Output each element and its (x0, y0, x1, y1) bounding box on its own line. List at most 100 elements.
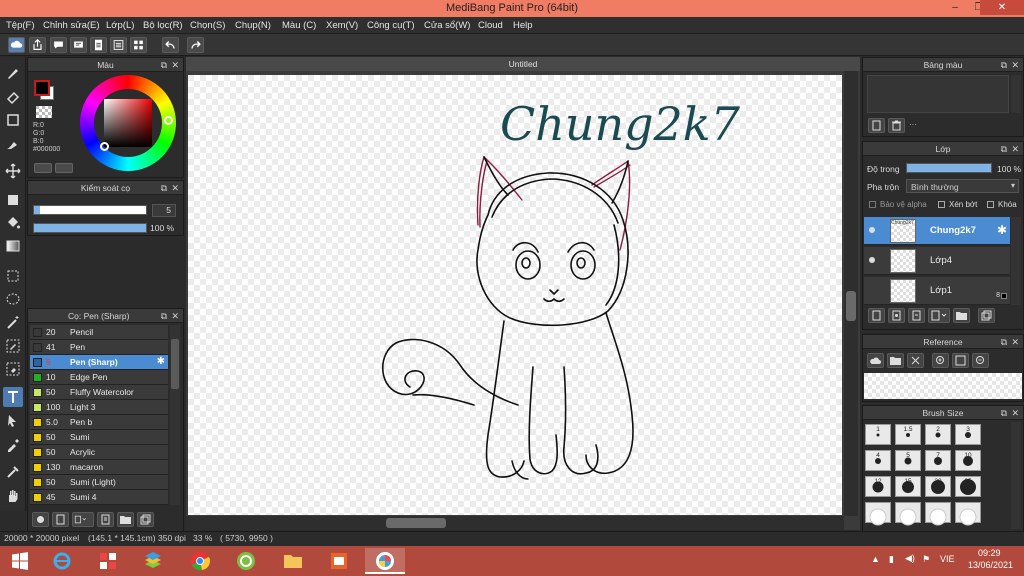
brush-item[interactable]: 45 Sumi 4 (30, 490, 168, 505)
foreground-color-swatch[interactable] (34, 80, 50, 96)
reference-image-area[interactable] (864, 373, 1022, 399)
palette-scrollbar[interactable] (1011, 75, 1021, 113)
layer-row-1[interactable]: Lớp4 (864, 247, 1010, 275)
menu-color[interactable]: Màu (C) (282, 20, 316, 31)
menu-file[interactable]: Tệp(F) (6, 20, 35, 31)
saturation-value-square[interactable] (104, 99, 152, 147)
layer-visibility-icon[interactable] (869, 257, 875, 263)
panel-popout-icon[interactable]: ⧉ (1001, 406, 1007, 420)
zoom-out-icon[interactable] (972, 353, 989, 368)
brush-size-cell[interactable] (955, 502, 981, 526)
hue-marker[interactable] (164, 116, 173, 125)
brush-size-cell[interactable]: 4 (865, 450, 891, 471)
tray-network-icon[interactable]: ▮ (889, 554, 894, 565)
layer-folder-button[interactable] (953, 308, 970, 323)
new-8bit-layer-button[interactable] (908, 308, 925, 323)
transparent-color-swatch[interactable] (36, 106, 52, 118)
message-icon[interactable] (70, 37, 87, 53)
trash-icon[interactable] (888, 118, 905, 133)
panel-popout-icon[interactable]: ⧉ (161, 58, 167, 72)
brush-item[interactable]: 50 Sumi (Light) (30, 475, 168, 490)
select-eraser-tool-icon[interactable] (3, 359, 23, 379)
menu-select[interactable]: Chọn(S) (190, 20, 225, 31)
brush-item[interactable]: 50 Sumi (30, 430, 168, 445)
menu-view[interactable]: Xem(V) (326, 20, 358, 31)
brush-size-cell[interactable]: 3 (955, 424, 981, 445)
brush-size-cell[interactable]: 5 (895, 450, 921, 471)
brush-size-cell[interactable] (865, 502, 891, 526)
brush-settings-button[interactable] (32, 512, 49, 527)
panel-popout-icon[interactable]: ⧉ (1001, 142, 1007, 156)
brush-size-value[interactable]: 5 (152, 204, 176, 217)
brush-size-cell[interactable]: 7 (925, 450, 951, 471)
brush-size-cell[interactable]: 2 (925, 424, 951, 445)
brush-item[interactable]: 50 Acrylic (30, 445, 168, 460)
brush-size-scrollbar[interactable] (1011, 422, 1021, 529)
coccoc-browser-icon[interactable] (226, 548, 266, 574)
brush-item[interactable]: 5 Pen (Sharp) ✱ (30, 355, 168, 370)
lasso-tool-icon[interactable] (3, 289, 23, 309)
panel-close-icon[interactable]: ✕ (171, 181, 179, 195)
medibang-taskbar-icon[interactable] (365, 548, 405, 574)
new-layer-button[interactable] (868, 308, 885, 323)
brush-copy-button[interactable] (97, 512, 114, 527)
app-grid-icon[interactable] (88, 548, 128, 574)
brush-list-scrollbar[interactable] (170, 325, 180, 505)
brush-item[interactable]: 41 Pen (30, 340, 168, 355)
undo-icon[interactable] (162, 37, 179, 53)
brush-size-cell[interactable]: 1.5 (895, 424, 921, 445)
panel-close-icon[interactable]: ✕ (1011, 406, 1019, 420)
brush-size-cell[interactable]: 10 (955, 450, 981, 471)
redo-icon[interactable] (187, 37, 204, 53)
brush-size-cell[interactable]: 1 (865, 424, 891, 445)
canvas-vertical-scrollbar[interactable] (844, 71, 858, 516)
layer-visibility-icon[interactable] (869, 227, 875, 233)
document-tab[interactable]: Untitled (186, 57, 860, 71)
text-tool-icon[interactable] (3, 387, 23, 407)
rectangle-tool-icon[interactable] (3, 110, 23, 130)
reference-close-icon[interactable] (907, 353, 924, 368)
gradient-tool-icon[interactable] (3, 236, 23, 256)
brush-size-cell[interactable] (895, 502, 921, 526)
clock-time[interactable]: 09:29 (978, 548, 1001, 558)
rect-select-tool-icon[interactable] (3, 266, 23, 286)
brush-duplicate-button[interactable] (137, 512, 154, 527)
menu-layer[interactable]: Lớp(L) (106, 20, 134, 31)
add-brush-dropdown-button[interactable] (72, 512, 94, 527)
fill-rect-tool-icon[interactable] (3, 190, 23, 210)
new-halftone-layer-button[interactable] (888, 308, 905, 323)
panel-close-icon[interactable]: ✕ (1011, 335, 1019, 349)
bucket-tool-icon[interactable] (3, 213, 23, 233)
fit-icon[interactable] (952, 353, 969, 368)
panel-close-icon[interactable]: ✕ (1011, 142, 1019, 156)
share-icon[interactable] (29, 37, 46, 53)
cloud-icon[interactable] (8, 37, 25, 53)
brush-item[interactable]: 20 Pencil (30, 325, 168, 340)
new-palette-icon[interactable] (868, 118, 885, 133)
layer-opacity-slider[interactable] (906, 163, 992, 173)
brush-size-cell[interactable]: 25 (955, 476, 981, 497)
windows-start-icon[interactable] (0, 548, 40, 574)
clock-date[interactable]: 13/06/2021 (968, 560, 1013, 570)
brush-size-cell[interactable]: 20 (925, 476, 951, 497)
panel-popout-icon[interactable]: ⧉ (1001, 58, 1007, 72)
layer-row-0[interactable]: Chung2k7 Chung2k7 ✱ (864, 217, 1010, 245)
brush-tool-icon[interactable] (3, 63, 23, 83)
brush-item[interactable]: 5.0 Pen b (30, 415, 168, 430)
powerpoint-icon[interactable] (319, 548, 359, 574)
brush-size-cell[interactable]: 15 (895, 476, 921, 497)
drawing-canvas[interactable]: Chung2k7 (188, 75, 842, 515)
tray-chevron-icon[interactable]: ▲ (871, 554, 880, 564)
menu-snap[interactable]: Chụp(N) (235, 20, 271, 31)
menu-help[interactable]: Help (513, 20, 533, 31)
panel-close-icon[interactable]: ✕ (171, 309, 179, 323)
panel-popout-icon[interactable]: ⧉ (161, 181, 167, 195)
color-marker[interactable] (100, 142, 109, 151)
layer-row-2[interactable]: Lớp1 8 (864, 277, 1010, 305)
minimize-button[interactable]: – (942, 0, 968, 15)
dropper-tool-icon[interactable] (3, 435, 23, 455)
color-add-button[interactable] (55, 163, 73, 173)
brush-item[interactable]: 130 macaron (30, 460, 168, 475)
zoom-in-icon[interactable] (932, 353, 949, 368)
layer-list-scrollbar[interactable] (1011, 217, 1021, 305)
